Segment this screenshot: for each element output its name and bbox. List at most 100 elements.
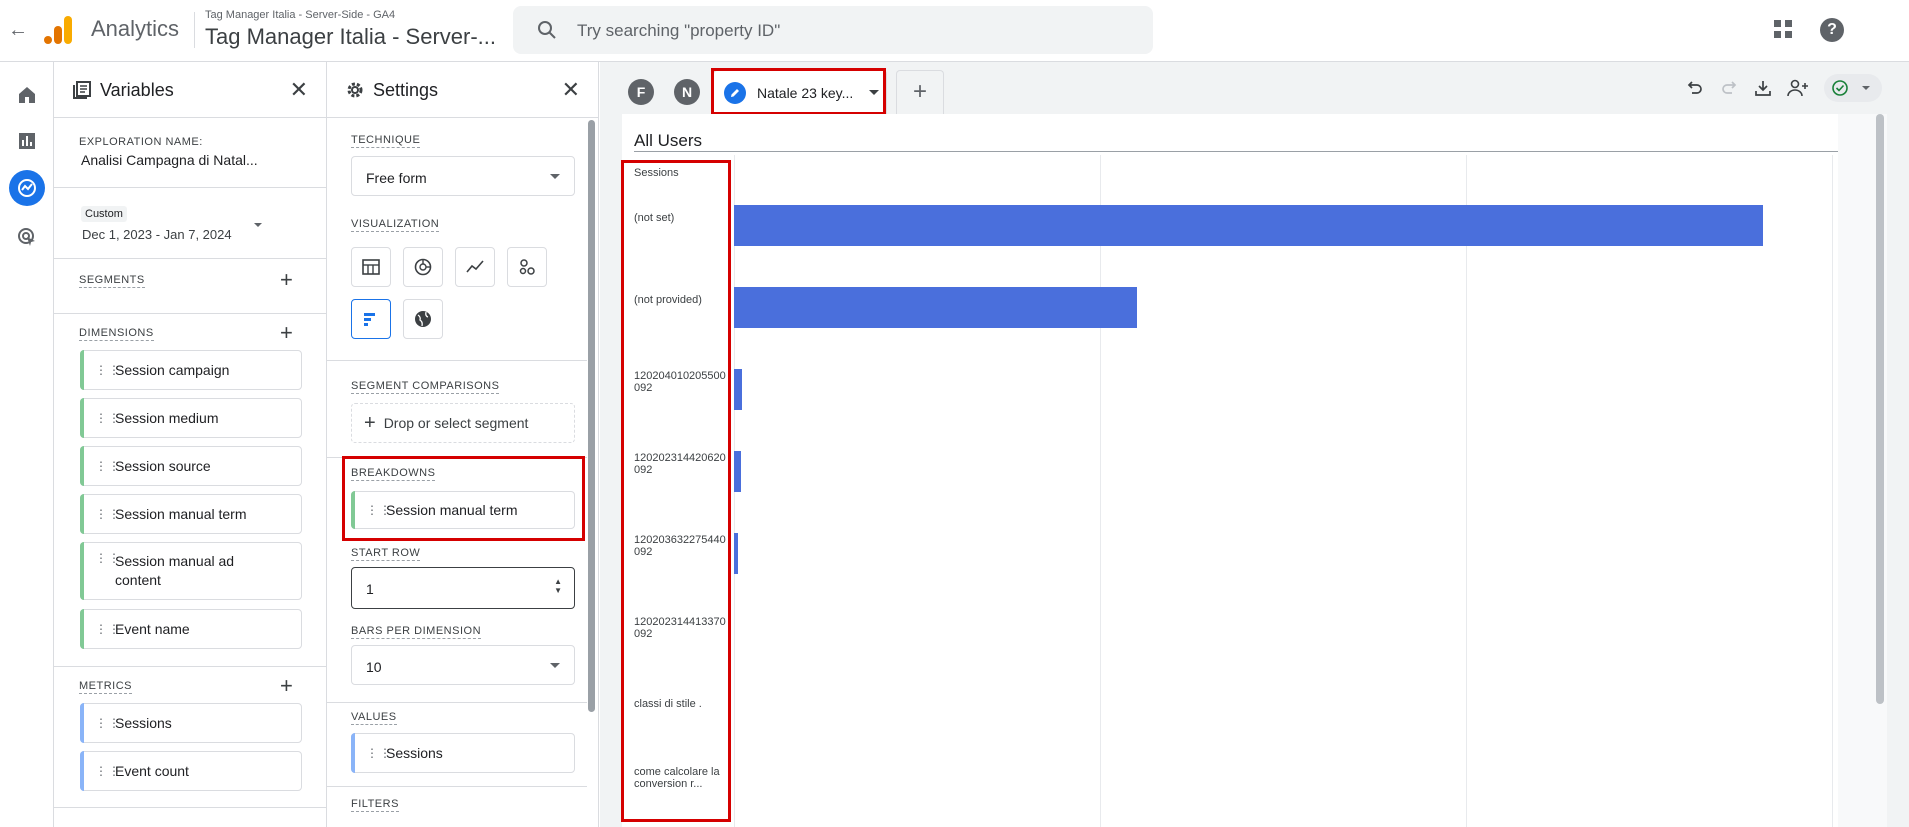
settings-scrollbar[interactable] xyxy=(588,120,595,712)
scatter-chart-icon xyxy=(519,259,535,275)
divider xyxy=(54,313,327,314)
advertising-icon[interactable] xyxy=(12,222,42,252)
dimension-labels-highlight xyxy=(621,160,731,822)
undo-icon[interactable] xyxy=(1684,78,1704,98)
chart-scrollbar[interactable] xyxy=(1838,114,1887,827)
apps-grid-icon[interactable] xyxy=(1772,18,1794,40)
dimension-chip[interactable]: ⋮⋮ Session campaign xyxy=(80,350,302,390)
home-icon[interactable] xyxy=(12,80,42,110)
tab-f[interactable]: F xyxy=(628,79,654,105)
tab-n[interactable]: N xyxy=(674,79,700,105)
technique-select[interactable]: Free form xyxy=(351,156,575,196)
value-label: Sessions xyxy=(386,745,443,761)
bar[interactable] xyxy=(734,451,741,492)
variables-icon xyxy=(73,81,91,99)
drag-handle-icon[interactable]: ⋮⋮ xyxy=(95,364,120,376)
bar[interactable] xyxy=(734,287,1137,328)
viz-table-button[interactable] xyxy=(351,247,391,287)
start-row-value: 1 xyxy=(366,581,374,597)
add-metric-icon[interactable]: + xyxy=(280,675,293,697)
reports-icon[interactable] xyxy=(12,126,42,156)
close-variables-icon[interactable]: ✕ xyxy=(290,79,308,101)
add-icon: + xyxy=(364,411,376,434)
header-divider xyxy=(194,12,195,48)
settings-title: Settings xyxy=(373,80,439,100)
divider xyxy=(54,666,327,667)
add-dimension-icon[interactable]: + xyxy=(280,322,293,344)
drop-segment-zone[interactable]: + Drop or select segment xyxy=(351,403,575,443)
redo-icon[interactable] xyxy=(1720,78,1740,98)
search-icon xyxy=(538,21,556,39)
breakdowns-highlight xyxy=(342,456,585,541)
viz-geo-button[interactable] xyxy=(403,299,443,339)
share-user-icon[interactable] xyxy=(1786,78,1810,98)
drag-handle-icon[interactable]: ⋮⋮ xyxy=(95,508,120,520)
dimension-label: Session campaign xyxy=(115,362,230,378)
download-icon[interactable] xyxy=(1753,78,1773,98)
left-nav-rail xyxy=(0,62,54,827)
donut-chart-icon xyxy=(414,258,432,276)
settings-header: Settings ✕ xyxy=(327,62,598,118)
bar[interactable] xyxy=(734,205,1764,246)
search-bar[interactable]: Try searching "property ID" xyxy=(513,6,1153,54)
start-row-input[interactable]: 1 ▲ ▼ xyxy=(351,567,575,609)
drag-handle-icon[interactable]: ⋮⋮ xyxy=(95,460,120,472)
close-settings-icon[interactable]: ✕ xyxy=(562,79,580,101)
add-segment-icon[interactable]: + xyxy=(280,269,293,291)
table-icon xyxy=(362,259,380,275)
variables-header: Variables ✕ xyxy=(54,62,326,118)
dimension-chip[interactable]: ⋮⋮ Session manual ad content xyxy=(80,542,302,600)
gridline xyxy=(1100,155,1101,827)
dimension-chip[interactable]: ⋮⋮ Session manual term xyxy=(80,494,302,534)
dimension-label: Session manual ad content xyxy=(115,553,235,588)
dimension-chip[interactable]: ⋮⋮ Session medium xyxy=(80,398,302,438)
divider xyxy=(327,786,587,787)
segment-underline xyxy=(634,151,1846,152)
viz-scatter-button[interactable] xyxy=(507,247,547,287)
dimension-chip[interactable]: ⋮⋮ Session source xyxy=(80,446,302,486)
drag-handle-icon[interactable]: ⋮⋮ xyxy=(95,623,120,635)
bars-per-dimension-select[interactable]: 10 xyxy=(351,645,575,685)
exploration-name-value[interactable]: Analisi Campagna di Natal... xyxy=(81,152,271,168)
viz-donut-button[interactable] xyxy=(403,247,443,287)
start-row-label: START ROW xyxy=(351,547,421,561)
technique-label: TECHNIQUE xyxy=(351,134,421,148)
top-bar: ← Analytics Tag Manager Italia - Server-… xyxy=(0,0,1909,62)
divider xyxy=(54,807,327,808)
date-badge: Custom xyxy=(81,206,127,222)
bar[interactable] xyxy=(734,369,743,410)
drag-handle-icon[interactable]: ⋮⋮ xyxy=(95,412,120,424)
account-path[interactable]: Tag Manager Italia - Server-Side - GA4 xyxy=(205,9,395,21)
stepper-icon[interactable]: ▲ ▼ xyxy=(554,577,562,595)
help-icon[interactable]: ? xyxy=(1820,18,1844,42)
metric-chip[interactable]: ⋮⋮ Event count xyxy=(80,751,302,791)
analytics-logo[interactable] xyxy=(44,14,74,46)
drag-handle-icon[interactable]: ⋮⋮ xyxy=(95,717,120,729)
explore-icon[interactable] xyxy=(9,170,45,206)
property-name[interactable]: Tag Manager Italia - Server-... xyxy=(205,24,505,50)
add-tab-button[interactable]: + xyxy=(896,70,944,114)
divider xyxy=(327,360,587,361)
bar[interactable] xyxy=(734,533,738,574)
check-circle-icon xyxy=(1832,80,1848,96)
viz-bar-button[interactable] xyxy=(351,299,391,339)
search-placeholder: Try searching "property ID" xyxy=(577,21,781,40)
dimension-label: Session medium xyxy=(115,410,219,426)
drag-handle-icon[interactable]: ⋮⋮ xyxy=(95,765,120,777)
viz-line-button[interactable] xyxy=(455,247,495,287)
metric-label: Sessions xyxy=(115,715,172,731)
value-chip[interactable]: ⋮⋮ Sessions xyxy=(351,733,575,773)
metric-label: Event count xyxy=(115,763,189,779)
back-arrow-icon[interactable]: ← xyxy=(6,18,30,42)
status-button[interactable] xyxy=(1824,74,1882,102)
date-caret-icon[interactable] xyxy=(254,223,262,227)
drag-handle-icon[interactable]: ⋮⋮ xyxy=(95,552,120,564)
drag-handle-icon[interactable]: ⋮⋮ xyxy=(366,747,391,759)
globe-icon xyxy=(415,311,431,327)
dimension-chip[interactable]: ⋮⋮ Event name xyxy=(80,609,302,649)
metrics-label: METRICS xyxy=(79,680,132,694)
date-range[interactable]: Dec 1, 2023 - Jan 7, 2024 xyxy=(82,227,232,242)
metric-chip[interactable]: ⋮⋮ Sessions xyxy=(80,703,302,743)
scrollbar-thumb[interactable] xyxy=(1876,114,1884,704)
divider xyxy=(54,187,327,188)
